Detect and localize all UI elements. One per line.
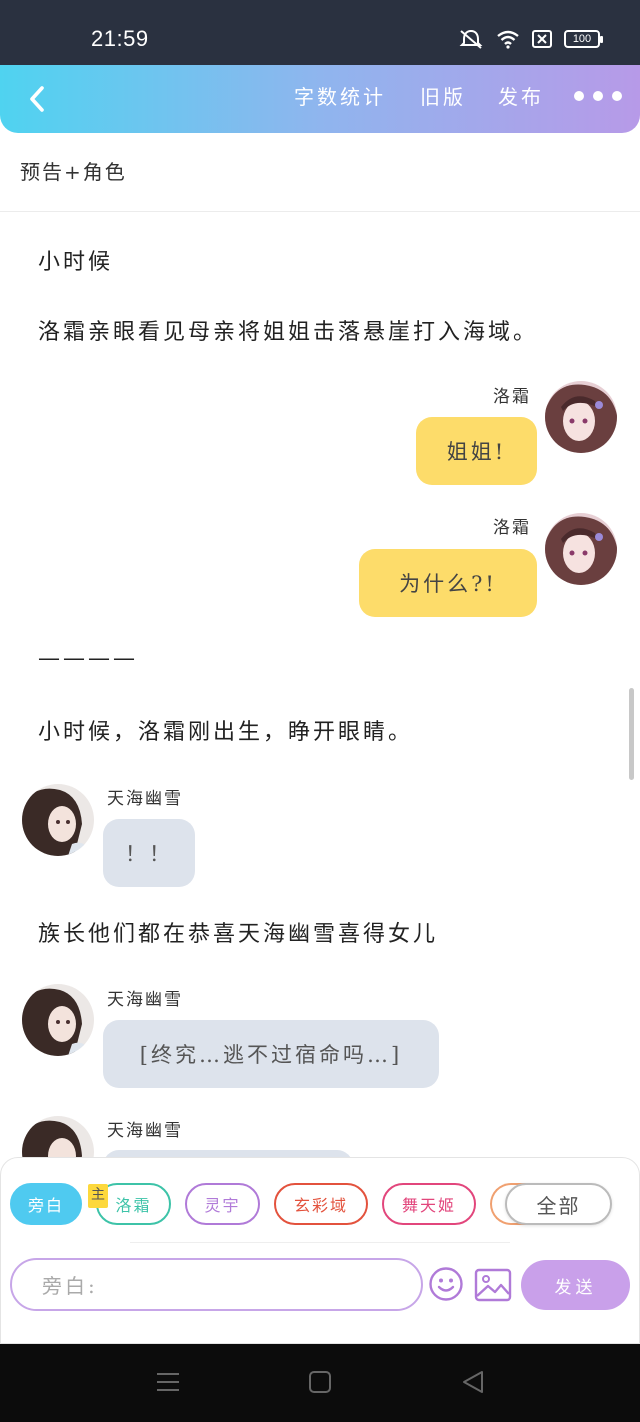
avatar[interactable] [22,984,94,1056]
emoji-icon[interactable] [428,1266,464,1302]
old-version-button[interactable]: 旧版 [420,81,466,110]
wifi-icon [497,30,519,49]
divider [130,1242,510,1243]
role-chip-lingyu[interactable]: 灵宇 [185,1183,260,1225]
message-bubble[interactable]: [终究…逃不过宿命吗…] [103,1020,439,1088]
speaker-name: 天海幽雪 [107,789,183,809]
system-nav-bar [0,1344,640,1422]
publish-button[interactable]: 发布 [498,81,544,110]
battery-icon: 100 [564,30,603,48]
role-chip-narrator[interactable]: 旁白 [10,1183,82,1225]
story-subtitle[interactable]: 预告+角色 [20,156,127,185]
status-time: 21:59 [91,26,149,51]
all-roles-button[interactable]: 全部 [505,1183,612,1225]
message-bubble[interactable]: 为什么?! [359,549,537,617]
speaker-name: 天海幽雪 [107,1121,183,1141]
avatar[interactable] [545,513,617,585]
scrollbar[interactable] [629,688,634,780]
status-icons: 100 [458,28,603,50]
divider [0,211,640,212]
word-count-button[interactable]: 字数统计 [294,81,386,110]
back-nav-icon[interactable] [460,1369,486,1395]
home-icon[interactable] [307,1369,333,1395]
avatar[interactable] [545,381,617,453]
top-nav: 字数统计 旧版 发布 [0,65,640,133]
avatar[interactable] [22,784,94,856]
main-role-badge: 主 [88,1184,108,1208]
speaker-name: 天海幽雪 [107,990,183,1010]
role-chip-wutianji[interactable]: 舞天姬 [382,1183,476,1225]
speaker-name: 洛霜 [493,518,531,538]
speaker-name: 洛霜 [493,387,531,407]
send-button[interactable]: 发送 [521,1260,630,1310]
message-bubble[interactable]: ！！ [103,819,195,887]
separator-text: ———— [38,646,138,671]
narration-text: 小时候 [38,250,114,275]
role-chip-xuancaiyu[interactable]: 玄彩域 [274,1183,368,1225]
status-bar: 21:59 100 [0,0,640,65]
back-icon[interactable] [20,81,56,117]
mute-icon [459,29,483,49]
menu-icon[interactable] [155,1369,181,1395]
message-input[interactable]: 旁白: [10,1258,423,1311]
narration-text: 洛霜亲眼看见母亲将姐姐击落悬崖打入海域。 [38,320,539,345]
more-icon[interactable] [574,91,622,101]
sim-off-icon [532,30,552,48]
narration-text: 族长他们都在恭喜天海幽雪喜得女儿 [38,922,439,947]
narration-text: 小时候，洛霜刚出生，睁开眼睛。 [38,720,414,745]
image-icon[interactable] [474,1268,512,1302]
message-bubble[interactable]: 姐姐! [416,417,537,485]
